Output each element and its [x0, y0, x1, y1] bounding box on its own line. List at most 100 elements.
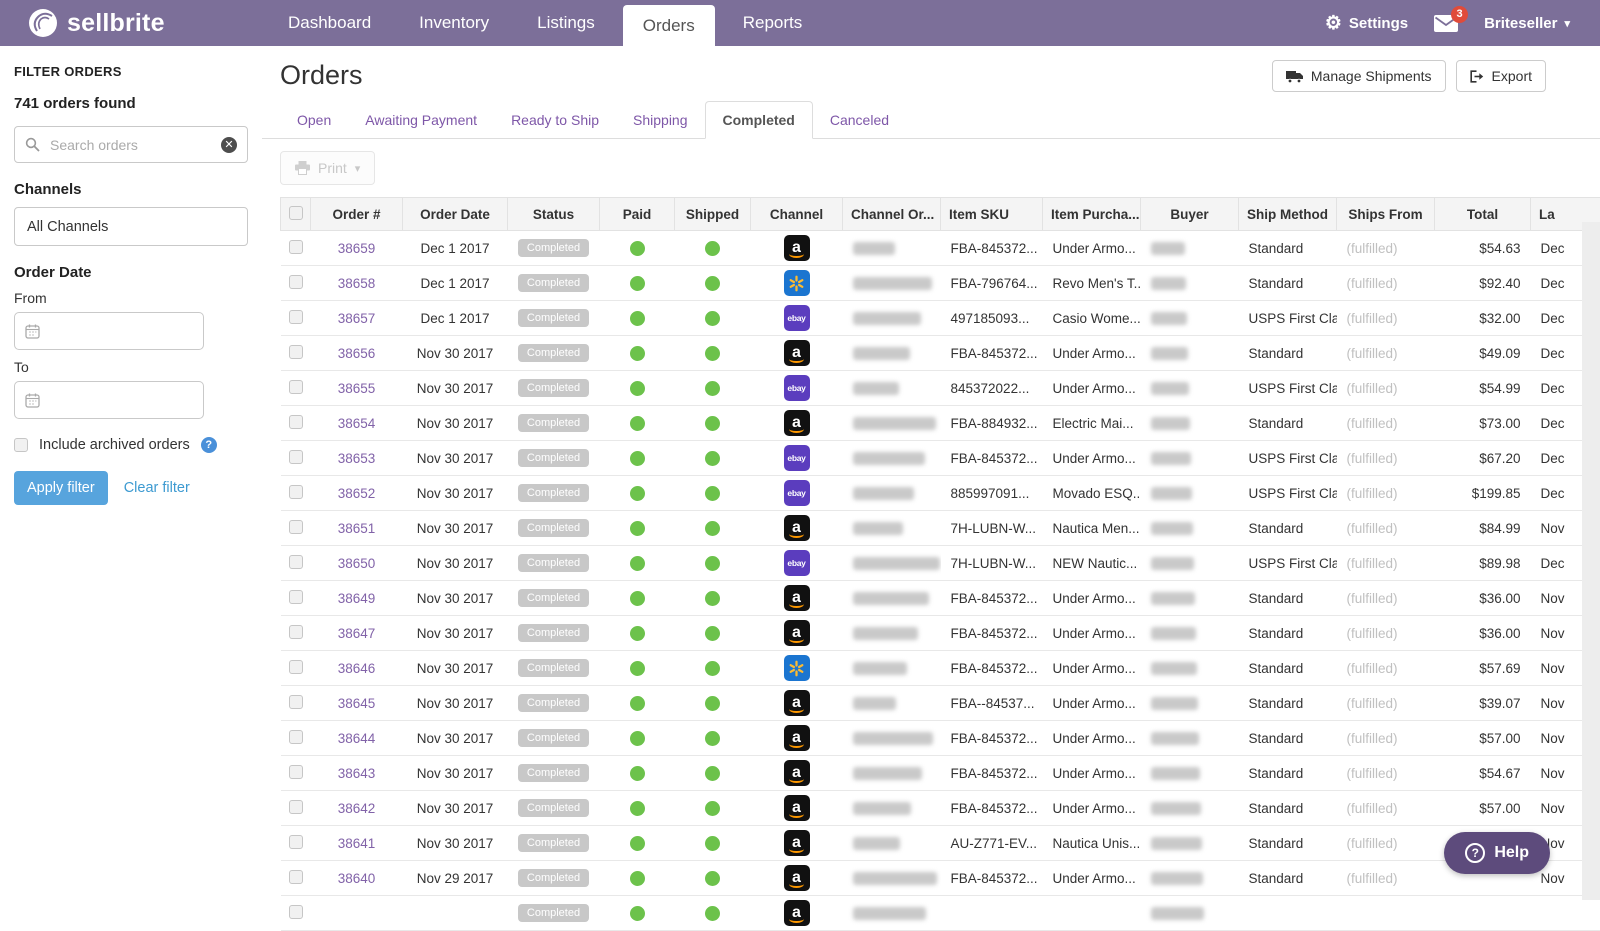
- order-number-link[interactable]: 38644: [338, 731, 376, 746]
- export-button[interactable]: Export: [1456, 60, 1546, 92]
- row-checkbox[interactable]: [289, 275, 303, 289]
- manage-shipments-button[interactable]: Manage Shipments: [1272, 60, 1446, 92]
- shipped-cell: [675, 231, 751, 266]
- order-number-link[interactable]: 38654: [338, 416, 376, 431]
- order-number-link[interactable]: 38641: [338, 836, 376, 851]
- row-checkbox[interactable]: [289, 555, 303, 569]
- tab-ready-to-ship[interactable]: Ready to Ship: [494, 102, 616, 138]
- nav-item-orders[interactable]: Orders: [623, 5, 715, 46]
- item-sku-cell: FBA-845372...: [941, 336, 1043, 371]
- channel-order-cell: [843, 406, 941, 441]
- status-badge: Completed: [518, 799, 589, 817]
- order-date-cell: Nov 30 2017: [403, 336, 508, 371]
- brand[interactable]: sellbrite: [0, 0, 268, 46]
- order-number-link[interactable]: 38651: [338, 521, 376, 536]
- status-cell: Completed: [508, 756, 600, 791]
- order-number-cell: 38642: [311, 791, 403, 826]
- channel-order-redacted: [853, 592, 929, 605]
- order-number-link[interactable]: 38653: [338, 451, 376, 466]
- ships-from-cell: (fulfilled): [1337, 721, 1435, 756]
- notifications-button[interactable]: 3: [1434, 15, 1458, 32]
- row-checkbox[interactable]: [289, 345, 303, 359]
- row-checkbox[interactable]: [289, 695, 303, 709]
- row-checkbox[interactable]: [289, 870, 303, 884]
- scrollbar-track[interactable]: [1582, 222, 1600, 900]
- order-number-link[interactable]: 38658: [338, 276, 376, 291]
- apply-filter-button[interactable]: Apply filter: [14, 471, 108, 505]
- buyer-cell: [1141, 616, 1239, 651]
- order-number-link[interactable]: 38657: [338, 311, 376, 326]
- tab-completed[interactable]: Completed: [705, 101, 813, 139]
- nav-item-inventory[interactable]: Inventory: [399, 0, 509, 46]
- tab-canceled[interactable]: Canceled: [813, 102, 906, 138]
- paid-cell: [600, 616, 675, 651]
- channel-order-redacted: [853, 732, 933, 745]
- row-checkbox[interactable]: [289, 415, 303, 429]
- row-checkbox[interactable]: [289, 765, 303, 779]
- help-question-icon[interactable]: ?: [201, 437, 217, 453]
- date-from-input[interactable]: [14, 312, 204, 350]
- row-checkbox[interactable]: [289, 240, 303, 254]
- account-menu[interactable]: Briteseller ▾: [1484, 15, 1570, 32]
- table-row: 38646Nov 30 2017CompletedFBA-845372...Un…: [281, 651, 1600, 686]
- sellbrite-logo-icon: [28, 8, 58, 38]
- item-sku-cell: FBA-845372...: [941, 756, 1043, 791]
- paid-indicator: [630, 556, 645, 571]
- channel-order-cell: [843, 301, 941, 336]
- nav-item-dashboard[interactable]: Dashboard: [268, 0, 391, 46]
- row-checkbox[interactable]: [289, 485, 303, 499]
- channel-cell: a: [751, 756, 843, 791]
- row-checkbox[interactable]: [289, 835, 303, 849]
- nav-item-reports[interactable]: Reports: [723, 0, 823, 46]
- order-number-link[interactable]: 38649: [338, 591, 376, 606]
- tab-open[interactable]: Open: [280, 102, 348, 138]
- print-button[interactable]: Print ▾: [280, 151, 375, 185]
- row-checkbox[interactable]: [289, 450, 303, 464]
- order-number-link[interactable]: 38659: [338, 241, 376, 256]
- row-checkbox[interactable]: [289, 520, 303, 534]
- order-number-link[interactable]: 38650: [338, 556, 376, 571]
- order-number-link[interactable]: 38647: [338, 626, 376, 641]
- tab-shipping[interactable]: Shipping: [616, 102, 705, 138]
- order-number-link[interactable]: 38643: [338, 766, 376, 781]
- row-checkbox[interactable]: [289, 380, 303, 394]
- order-number-link[interactable]: 38655: [338, 381, 376, 396]
- nav-item-listings[interactable]: Listings: [517, 0, 615, 46]
- row-checkbox[interactable]: [289, 310, 303, 324]
- clear-search-icon[interactable]: ✕: [221, 137, 237, 153]
- select-all-checkbox[interactable]: [289, 206, 303, 220]
- total-cell: $57.00: [1435, 791, 1531, 826]
- order-number-link[interactable]: 38656: [338, 346, 376, 361]
- row-checkbox[interactable]: [289, 625, 303, 639]
- order-number-link[interactable]: 38640: [338, 871, 376, 886]
- order-number-link[interactable]: 38652: [338, 486, 376, 501]
- ships-from-cell: (fulfilled): [1337, 756, 1435, 791]
- amazon-channel-icon: a: [784, 830, 810, 856]
- shipped-cell: [675, 441, 751, 476]
- order-date-cell: Nov 30 2017: [403, 616, 508, 651]
- settings-button[interactable]: ⚙ Settings: [1325, 14, 1408, 33]
- clear-filter-link[interactable]: Clear filter: [124, 480, 190, 496]
- row-checkbox[interactable]: [289, 590, 303, 604]
- tab-awaiting-payment[interactable]: Awaiting Payment: [348, 102, 494, 138]
- order-number-link[interactable]: 38642: [338, 801, 376, 816]
- row-checkbox[interactable]: [289, 800, 303, 814]
- channel-order-cell: [843, 686, 941, 721]
- amazon-channel-icon: a: [784, 620, 810, 646]
- row-checkbox[interactable]: [289, 905, 303, 919]
- row-checkbox[interactable]: [289, 660, 303, 674]
- order-date-cell: Nov 30 2017: [403, 721, 508, 756]
- search-input[interactable]: [48, 136, 213, 154]
- help-button[interactable]: ? Help: [1444, 832, 1550, 874]
- row-checkbox[interactable]: [289, 730, 303, 744]
- item-sku-cell: FBA-845372...: [941, 651, 1043, 686]
- order-number-link[interactable]: 38645: [338, 696, 376, 711]
- order-number-link[interactable]: 38646: [338, 661, 376, 676]
- total-cell: $54.63: [1435, 231, 1531, 266]
- archived-checkbox[interactable]: [14, 438, 28, 452]
- date-to-input[interactable]: [14, 381, 204, 419]
- ships-from-cell: (fulfilled): [1337, 476, 1435, 511]
- channels-select[interactable]: All Channels: [14, 207, 248, 246]
- table-row: 38653Nov 30 2017CompletedebayFBA-845372.…: [281, 441, 1600, 476]
- col-ship-method: Ship Method: [1239, 198, 1337, 231]
